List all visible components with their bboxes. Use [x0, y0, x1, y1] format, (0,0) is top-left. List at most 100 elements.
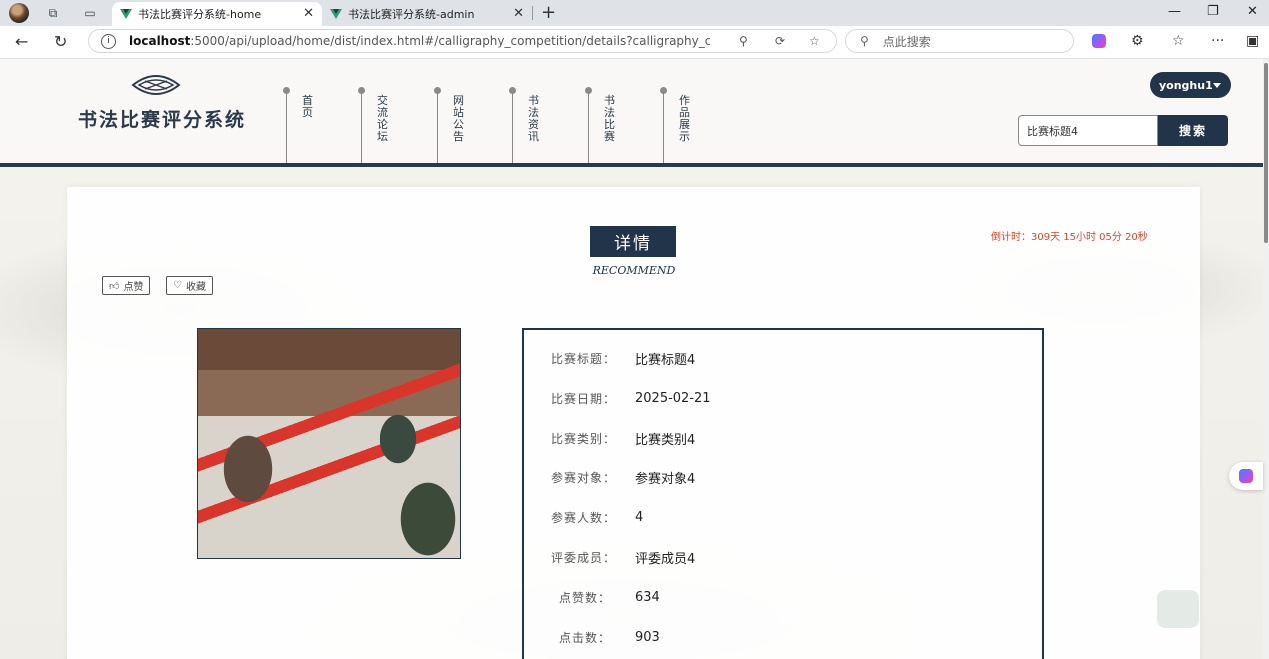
search-placeholder: 点此搜索 [882, 34, 931, 49]
page-viewport: 书法比赛评分系统 首页 交流论坛 网站公告 书法资讯 书法比赛 作品展示 yon… [0, 59, 1263, 659]
info-row-title: 比赛标题： 比赛标题4 [551, 348, 695, 368]
nav-item-competitions[interactable]: 书法比赛 [585, 87, 658, 163]
url-host: localhost [129, 34, 191, 48]
field-value: 参赛对象4 [635, 471, 696, 487]
more-menu-icon[interactable]: ··· [1211, 33, 1224, 49]
field-value: 评委成员4 [635, 551, 696, 567]
caret-down-icon [1213, 83, 1221, 88]
tab-home[interactable]: 书法比赛评分系统-home ✕ [112, 2, 322, 26]
field-value: 634 [635, 589, 660, 605]
nav-pole [437, 91, 438, 163]
tab-admin[interactable]: 书法比赛评分系统-admin ✕ [322, 2, 532, 26]
info-row-judges: 评委成员： 评委成员4 [551, 547, 695, 567]
nav-pole [663, 91, 664, 163]
restore-icon[interactable]: ❐ [1207, 4, 1219, 19]
close-icon[interactable]: ✕ [513, 6, 524, 21]
site-info-icon[interactable]: i [101, 33, 116, 49]
field-label: 比赛日期： [551, 391, 617, 406]
nav-item-forum[interactable]: 交流论坛 [358, 87, 431, 163]
sidebar-toggle-icon[interactable]: ▣ [1246, 33, 1259, 49]
refresh-icon[interactable]: ↻ [54, 32, 67, 51]
info-row-date: 比赛日期： 2025-02-21 [551, 388, 711, 408]
window-close-icon[interactable]: ✕ [1247, 4, 1258, 19]
field-label: 点赞数： [559, 590, 612, 605]
field-value: 比赛标题4 [635, 352, 696, 368]
countdown-timer: 倒计时：309天 15小时 05分 20秒 [991, 232, 1148, 243]
favorites-icon[interactable]: ☆ [1172, 33, 1185, 49]
nav-pole [361, 91, 362, 163]
favorite-star-icon[interactable]: ☆ [809, 34, 820, 48]
minimize-icon[interactable]: — [1168, 4, 1181, 19]
page-scrollbar[interactable] [1263, 59, 1269, 659]
tab-title: 书法比赛评分系统-home [138, 8, 262, 21]
nav-label: 首页 [302, 94, 313, 119]
like-button[interactable]: 👍︎ 点赞 [102, 276, 151, 295]
tab-actions-icon[interactable]: ▭ [82, 5, 98, 21]
new-tab-icon[interactable]: + [541, 2, 556, 23]
site-header: 书法比赛评分系统 首页 交流论坛 网站公告 书法资讯 书法比赛 作品展示 yon… [0, 59, 1263, 163]
url-path: :5000/api/upload/home/dist/index.html#/c… [190, 34, 711, 48]
field-value: 4 [635, 509, 644, 525]
tab-title: 书法比赛评分系统-admin [348, 8, 475, 21]
url-bar[interactable]: i localhost :5000/api/upload/home/dist/i… [88, 29, 837, 53]
nav-label: 书法资讯 [528, 94, 539, 143]
detail-card: 详情 RECOMMEND 倒计时：309天 15小时 05分 20秒 👍︎ 点赞… [67, 187, 1200, 659]
search-icon: ⚲ [860, 34, 869, 48]
nav-pole [286, 91, 287, 163]
collections-icon[interactable]: ⧉ [45, 5, 61, 21]
nav-item-works[interactable]: 作品展示 [660, 87, 733, 163]
address-toolbar: ← ↻ i localhost :5000/api/upload/home/di… [0, 26, 1269, 59]
user-menu-button[interactable]: yonghu1 [1150, 72, 1231, 98]
site-search-input[interactable] [1018, 115, 1158, 146]
info-row-target: 参赛对象： 参赛对象4 [551, 467, 695, 487]
site-search-button[interactable]: 搜索 [1158, 115, 1228, 146]
extensions-icon[interactable]: ⚙ [1131, 33, 1144, 49]
nav-label: 交流论坛 [377, 94, 388, 143]
nav-label: 书法比赛 [604, 94, 615, 143]
floating-copilot-button[interactable] [1229, 462, 1263, 490]
field-value: 2025-02-21 [635, 390, 711, 406]
copilot-icon[interactable] [1092, 34, 1106, 48]
nav-label: 作品展示 [679, 94, 690, 143]
decorative-seal-icon [1157, 590, 1199, 628]
vue-logo-icon [330, 9, 342, 19]
competition-photo [197, 328, 461, 559]
back-arrow-icon[interactable]: ← [15, 32, 28, 51]
vue-logo-icon [120, 9, 132, 19]
browser-tab-bar: ⧉ ▭ 书法比赛评分系统-home ✕ 书法比赛评分系统-admin ✕ + —… [0, 0, 1269, 26]
heart-icon: ♡ [173, 280, 182, 291]
header-divider [0, 163, 1263, 167]
username: yonghu1 [1159, 78, 1213, 92]
field-label: 点击数： [559, 630, 612, 645]
collect-button[interactable]: ♡ 收藏 [166, 276, 213, 295]
detail-heading: 详情 [590, 226, 676, 257]
like-label: 点赞 [123, 282, 144, 293]
profile-avatar-icon[interactable] [9, 3, 29, 23]
field-value: 903 [635, 629, 660, 645]
nav-item-home[interactable]: 首页 [283, 87, 356, 163]
tab-separator [532, 6, 533, 20]
nav-item-announcements[interactable]: 网站公告 [434, 87, 507, 163]
fan-logo-icon [131, 75, 181, 95]
thumbs-up-icon: 👍︎ [109, 280, 120, 292]
nav-pole [588, 91, 589, 163]
info-row-participants: 参赛人数： 4 [551, 507, 643, 527]
field-label: 比赛标题： [551, 351, 617, 366]
nav-item-news[interactable]: 书法资讯 [509, 87, 582, 163]
browser-search-box[interactable]: ⚲ 点此搜索 [845, 29, 1074, 53]
collect-label: 收藏 [185, 282, 206, 293]
competition-info-panel: 比赛标题： 比赛标题4 比赛日期： 2025-02-21 比赛类别： 比赛类别4… [522, 328, 1044, 659]
field-label: 参赛人数： [551, 510, 617, 525]
site-title[interactable]: 书法比赛评分系统 [78, 105, 246, 132]
close-icon[interactable]: ✕ [303, 6, 314, 21]
field-label: 评委成员： [551, 550, 617, 565]
nav-label: 网站公告 [453, 94, 464, 143]
key-icon[interactable]: ⚲ [739, 34, 748, 48]
copilot-icon [1239, 469, 1253, 483]
info-row-clicks: 点击数： 903 [551, 627, 660, 647]
info-row-likes: 点赞数： 634 [551, 587, 660, 607]
detail-subheading: RECOMMEND [592, 264, 676, 277]
field-label: 比赛类别： [551, 431, 617, 446]
nav-pole [512, 91, 513, 163]
translate-icon[interactable]: ⟳ [775, 34, 785, 48]
